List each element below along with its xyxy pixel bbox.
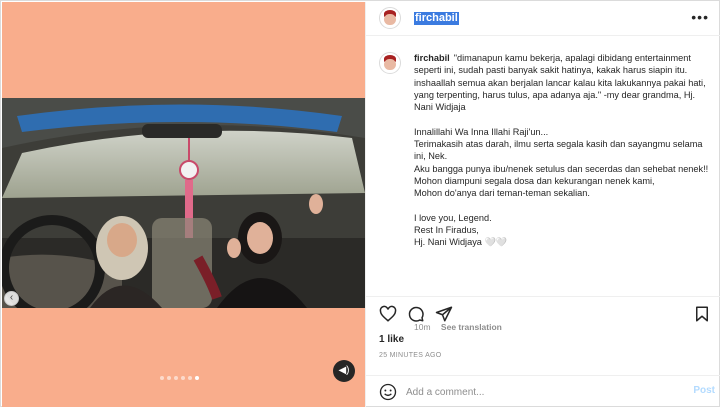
heart-icon[interactable]: [379, 305, 397, 323]
caption-line: Mohon diampuni segala dosa dan kekuranga…: [414, 175, 655, 186]
car-interior-photo: [2, 98, 365, 308]
caption-line: Rest In Firadus,: [414, 225, 479, 236]
carousel-dot-active: [195, 376, 199, 380]
post-header: firchabil •••: [366, 2, 720, 36]
caption-gap: [414, 200, 714, 212]
carousel-indicator: [160, 376, 199, 382]
post-photo[interactable]: ‹: [2, 98, 365, 308]
caption-line: Innalillahi Wa Inna Illahi Raji'un...: [414, 126, 549, 137]
carousel-dot: [181, 376, 185, 380]
caption-gap: [414, 113, 714, 125]
caption-line: Hj. Nani Widjaya 🤍🤍: [414, 237, 508, 248]
carousel-dot: [160, 376, 164, 380]
caption-avatar[interactable]: [379, 52, 401, 74]
more-options-icon[interactable]: •••: [691, 9, 709, 25]
carousel-dot: [167, 376, 171, 380]
post-comment-button[interactable]: Post: [693, 385, 715, 396]
caption-area: firchabil "dimanapun kamu bekerja, apalag…: [366, 48, 720, 332]
previous-slide-button[interactable]: ‹: [4, 291, 19, 306]
comment-input[interactable]: [406, 384, 666, 400]
audio-toggle-button[interactable]: ◀): [333, 360, 355, 382]
comment-bar: Post: [366, 375, 720, 407]
carousel-dot: [188, 376, 192, 380]
caption-line: Mohon do'anya dari teman-teman sekalian.: [414, 188, 590, 199]
emoji-icon[interactable]: [379, 383, 397, 401]
bookmark-icon[interactable]: [693, 305, 711, 323]
header-username-link[interactable]: firchabil: [414, 12, 459, 25]
avatar-face: [384, 14, 396, 26]
comment-icon[interactable]: [407, 305, 425, 323]
caption-line: Aku bangga punya ibu/nenek setulus dan s…: [414, 163, 709, 174]
post-sidebar: firchabil ••• firchabil "dimanapun kamu b…: [365, 2, 720, 407]
caption-line: I love you, Legend.: [414, 212, 492, 223]
share-icon[interactable]: [435, 305, 453, 323]
post-media: ‹ ◀): [2, 2, 365, 407]
post-timestamp: 25 MINUTES AGO: [379, 352, 442, 359]
avatar[interactable]: [379, 7, 401, 29]
caption-text: firchabil "dimanapun kamu bekerja, apalag…: [414, 52, 714, 249]
caption-line: Terimakasih atas darah, ilmu serta segal…: [414, 139, 703, 162]
caption-quote: "dimanapun kamu bekerja, apalagi dibidan…: [414, 53, 706, 113]
action-bar: [366, 296, 720, 330]
caption-line: firchabil "dimanapun kamu bekerja, apalag…: [414, 52, 714, 113]
caption-username-link[interactable]: firchabil: [414, 53, 450, 63]
likes-count[interactable]: 1 like: [379, 334, 404, 345]
carousel-dot: [174, 376, 178, 380]
avatar-face: [384, 59, 396, 71]
post-dialog: ‹ ◀) firchabil ••• firchabil "dimanapun …: [0, 0, 720, 407]
speaker-icon: ◀): [338, 365, 350, 376]
